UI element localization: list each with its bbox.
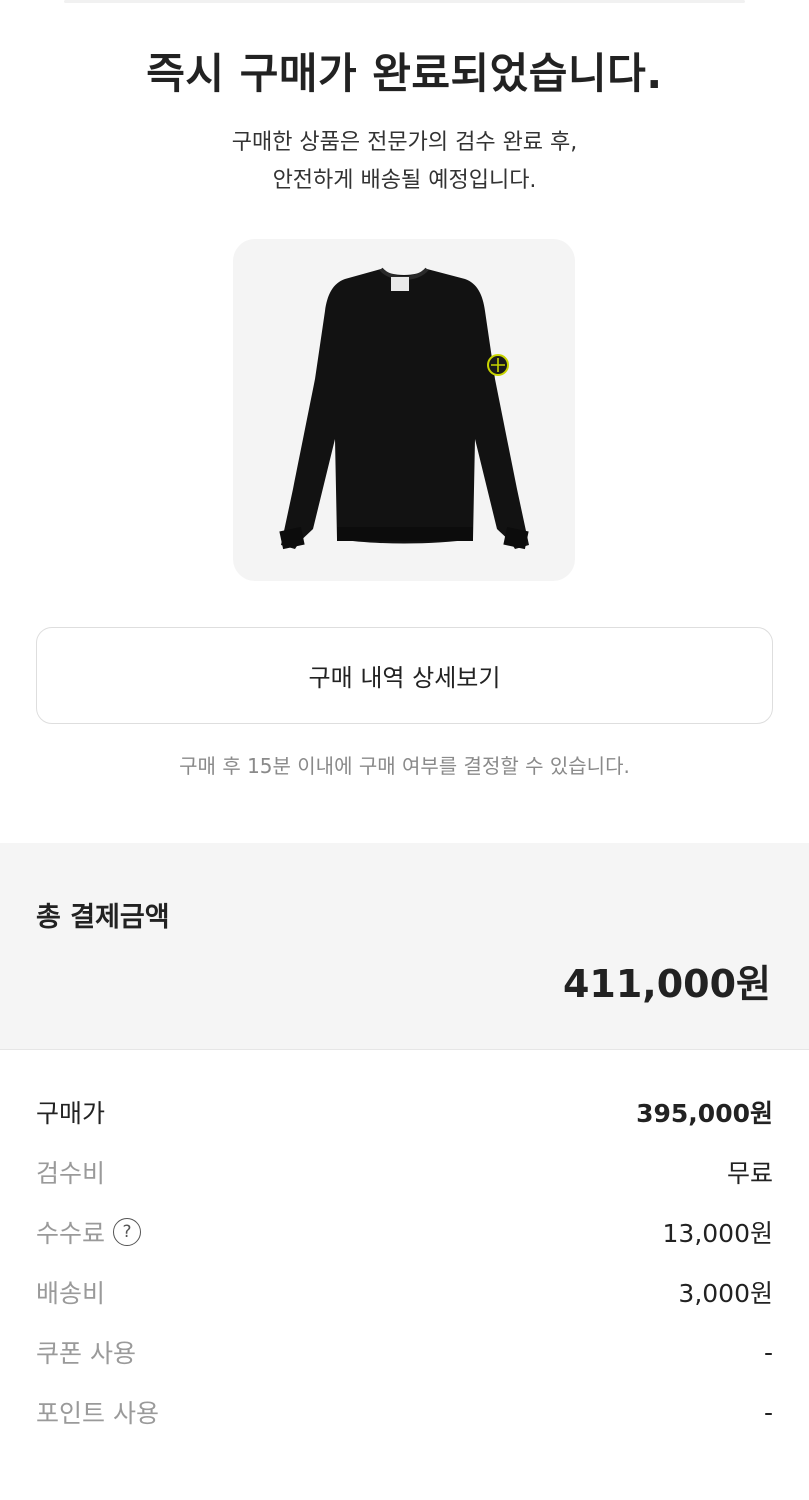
- coupon-label: 쿠폰 사용: [36, 1339, 136, 1368]
- commission-value: 13,000원: [662, 1219, 773, 1248]
- breakdown-row-commission: 수수료 ? 13,000원: [36, 1202, 773, 1262]
- subtitle-line-2: 안전하게 배송될 예정입니다.: [272, 168, 537, 193]
- help-icon[interactable]: ?: [113, 1218, 142, 1246]
- payment-breakdown: 구매가 395,000원 검수비 무료 수수료 ? 13,000원 배송비 3,…: [36, 1082, 773, 1442]
- breakdown-row-shipping-fee: 배송비 3,000원: [36, 1262, 773, 1322]
- subtitle-line-1: 구매한 상품은 전문가의 검수 완료 후,: [231, 130, 578, 155]
- product-image-card[interactable]: [233, 239, 575, 581]
- points-label: 포인트 사용: [36, 1399, 159, 1428]
- points-value: -: [763, 1397, 773, 1427]
- total-payment-amount: 411,000원: [562, 962, 771, 1006]
- total-payment-label: 총 결제금액: [36, 902, 170, 933]
- total-payment-panel: 총 결제금액 411,000원: [0, 843, 809, 1050]
- shipping-fee-label: 배송비: [36, 1279, 106, 1308]
- purchase-complete-page: 즉시 구매가 완료되었습니다. 구매한 상품은 전문가의 검수 완료 후, 안전…: [0, 0, 809, 1500]
- decision-notice: 구매 후 15분 이내에 구매 여부를 결정할 수 있습니다.: [179, 754, 630, 778]
- breakdown-row-points: 포인트 사용 -: [36, 1382, 773, 1442]
- breakdown-row-purchase-price: 구매가 395,000원: [36, 1082, 773, 1142]
- coupon-value: -: [763, 1337, 773, 1367]
- commission-label: 수수료: [36, 1219, 106, 1248]
- commission-label-wrap: 수수료 ?: [36, 1214, 142, 1250]
- top-divider: [64, 0, 745, 3]
- neck-label: [391, 277, 409, 291]
- shipping-fee-value: 3,000원: [678, 1279, 773, 1308]
- breakdown-row-inspection-fee: 검수비 무료: [36, 1142, 773, 1202]
- breakdown-row-coupon: 쿠폰 사용 -: [36, 1322, 773, 1382]
- sweatshirt-left-cuff: [279, 526, 305, 550]
- sweatshirt-body: [281, 269, 529, 549]
- purchase-price-value: 395,000원: [636, 1099, 773, 1128]
- purchase-price-label: 구매가: [36, 1099, 106, 1128]
- inspection-fee-label: 검수비: [36, 1159, 106, 1188]
- sweatshirt-image: [279, 267, 529, 550]
- page-subtitle: 구매한 상품은 전문가의 검수 완료 후, 안전하게 배송될 예정입니다.: [0, 124, 809, 200]
- sweatshirt-hem: [337, 527, 473, 541]
- inspection-fee-value: 무료: [726, 1159, 773, 1188]
- sweatshirt-collar: [379, 267, 429, 280]
- page-title: 즉시 구매가 완료되었습니다.: [146, 49, 663, 98]
- view-purchase-details-button[interactable]: 구매 내역 상세보기: [36, 627, 773, 724]
